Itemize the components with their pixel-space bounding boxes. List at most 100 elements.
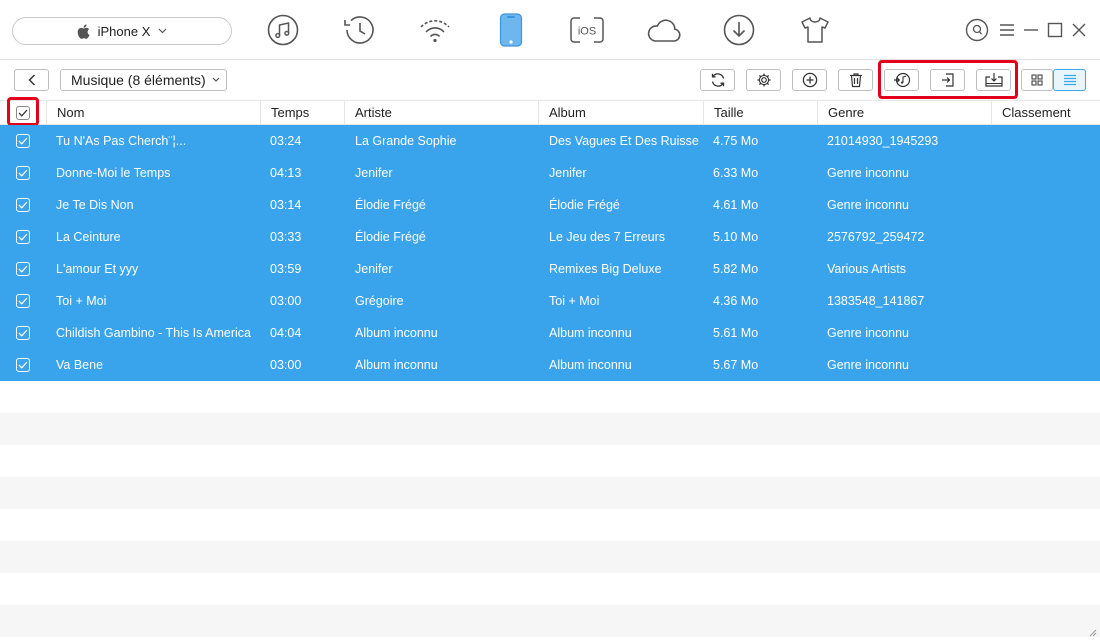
- empty-row: [0, 541, 1100, 573]
- apple-icon: [77, 23, 90, 39]
- cell-album: Remixes Big Deluxe: [549, 262, 662, 276]
- cell-temps: 03:24: [270, 134, 302, 148]
- refresh-button[interactable]: [700, 69, 735, 91]
- list-view-button[interactable]: [1053, 69, 1086, 91]
- send-to-itunes-icon: [893, 72, 910, 88]
- cell-artiste: Album inconnu: [355, 358, 438, 372]
- send-to-device-icon: [941, 73, 954, 87]
- cell-album: Album inconnu: [549, 326, 632, 340]
- back-button[interactable]: [14, 69, 49, 91]
- cell-taille: 4.75 Mo: [713, 134, 759, 148]
- add-button[interactable]: [792, 69, 827, 91]
- account-icon[interactable]: [965, 18, 989, 42]
- device-icon[interactable]: [491, 10, 531, 50]
- cell-artiste: Élodie Frégé: [355, 198, 426, 212]
- cell-taille: 4.61 Mo: [713, 198, 759, 212]
- cell-artiste: La Grande Sophie: [355, 134, 457, 148]
- cell-taille: 6.33 Mo: [713, 166, 759, 180]
- cell-nom: Childish Gambino - This Is America: [56, 326, 251, 340]
- row-checkbox[interactable]: [16, 230, 30, 244]
- refresh-icon: [711, 73, 724, 87]
- table-row[interactable]: Tu N'As Pas Cherch¨¦... 03:24 La Grande …: [0, 125, 1100, 157]
- cell-taille: 4.36 Mo: [713, 294, 759, 308]
- table-row[interactable]: Toi + Moi 03:00 Grégoire Toi + Moi 4.36 …: [0, 285, 1100, 317]
- send-to-computer-icon: [984, 73, 1003, 87]
- cell-album: Toi + Moi: [549, 294, 600, 308]
- table-row[interactable]: Va Bene 03:00 Album inconnu Album inconn…: [0, 349, 1100, 381]
- table-row[interactable]: Je Te Dis Non 03:14 Élodie Frégé Élodie …: [0, 189, 1100, 221]
- cell-album: Élodie Frégé: [549, 198, 620, 212]
- table-row[interactable]: La Ceinture 03:33 Élodie Frégé Le Jeu de…: [0, 221, 1100, 253]
- checkmark-icon: [18, 137, 28, 145]
- to-computer-button[interactable]: [976, 69, 1011, 91]
- settings-button[interactable]: [746, 69, 781, 91]
- column-header-classement[interactable]: Classement: [991, 101, 1100, 125]
- checkmark-icon: [18, 233, 28, 241]
- checkmark-icon: [18, 201, 28, 209]
- empty-row: [0, 509, 1100, 541]
- empty-row: [0, 381, 1100, 413]
- column-header-taille[interactable]: Taille: [703, 101, 817, 125]
- wifi-sync-icon[interactable]: [415, 10, 455, 50]
- cell-album: Jenifer: [549, 166, 587, 180]
- column-header-nom[interactable]: Nom: [46, 101, 260, 125]
- column-header-album[interactable]: Album: [538, 101, 703, 125]
- table-body: Tu N'As Pas Cherch¨¦... 03:24 La Grande …: [0, 125, 1100, 381]
- row-checkbox[interactable]: [16, 294, 30, 308]
- plus-circle-icon: [802, 72, 817, 88]
- row-checkbox[interactable]: [16, 134, 30, 148]
- cell-nom: Tu N'As Pas Cherch¨¦...: [56, 134, 187, 148]
- cell-genre: Genre inconnu: [827, 326, 910, 340]
- cell-nom: Je Te Dis Non: [56, 198, 134, 212]
- resize-grip-icon[interactable]: [1089, 629, 1097, 637]
- cell-temps: 03:14: [270, 198, 302, 212]
- select-all-checkbox[interactable]: [16, 106, 30, 120]
- cell-album: Le Jeu des 7 Erreurs: [549, 230, 666, 244]
- category-dropdown[interactable]: Musique (8 éléments): [60, 69, 227, 91]
- cell-genre: 21014930_1945293: [827, 134, 939, 148]
- download-icon[interactable]: [719, 10, 759, 50]
- maximize-icon[interactable]: [1043, 18, 1067, 42]
- to-itunes-button[interactable]: [884, 69, 919, 91]
- device-selector[interactable]: iPhone X: [12, 17, 232, 45]
- cell-artiste: Jenifer: [355, 262, 393, 276]
- cell-artiste: Jenifer: [355, 166, 393, 180]
- cell-taille: 5.61 Mo: [713, 326, 759, 340]
- category-label: Musique (8 éléments): [71, 72, 206, 88]
- empty-row: [0, 445, 1100, 477]
- column-header-artiste[interactable]: Artiste: [344, 101, 538, 125]
- row-checkbox[interactable]: [16, 198, 30, 212]
- grid-icon: [1031, 74, 1043, 86]
- toolbar: Musique (8 éléments): [0, 60, 1100, 100]
- delete-button[interactable]: [838, 69, 873, 91]
- to-device-button[interactable]: [930, 69, 965, 91]
- trash-icon: [849, 73, 862, 88]
- table-row[interactable]: L'amour Et yyy 03:59 Jenifer Remixes Big…: [0, 253, 1100, 285]
- close-icon[interactable]: [1067, 18, 1091, 42]
- empty-row: [0, 477, 1100, 509]
- tshirt-icon[interactable]: [795, 10, 835, 50]
- row-checkbox[interactable]: [16, 262, 30, 276]
- minimize-icon[interactable]: [1019, 18, 1043, 42]
- checkmark-icon: [18, 361, 28, 369]
- music-icon[interactable]: [263, 10, 303, 50]
- ios-transfer-icon[interactable]: iOS: [567, 10, 607, 50]
- column-header-temps[interactable]: Temps: [260, 101, 344, 125]
- cell-artiste: Grégoire: [355, 294, 404, 308]
- grid-view-button[interactable]: [1021, 69, 1053, 91]
- cell-taille: 5.82 Mo: [713, 262, 759, 276]
- table-row[interactable]: Childish Gambino - This Is America 04:04…: [0, 317, 1100, 349]
- list-icon: [1063, 74, 1076, 86]
- table-row[interactable]: Donne-Moi le Temps 04:13 Jenifer Jenifer…: [0, 157, 1100, 189]
- history-icon[interactable]: [338, 10, 378, 50]
- gear-icon: [757, 73, 770, 87]
- empty-row: [0, 605, 1100, 637]
- row-checkbox[interactable]: [16, 166, 30, 180]
- cell-temps: 03:59: [270, 262, 302, 276]
- column-header-genre[interactable]: Genre: [817, 101, 991, 125]
- menu-icon[interactable]: [995, 18, 1019, 42]
- icloud-icon[interactable]: [644, 10, 684, 50]
- cell-nom: Va Bene: [56, 358, 104, 372]
- row-checkbox[interactable]: [16, 358, 30, 372]
- row-checkbox[interactable]: [16, 326, 30, 340]
